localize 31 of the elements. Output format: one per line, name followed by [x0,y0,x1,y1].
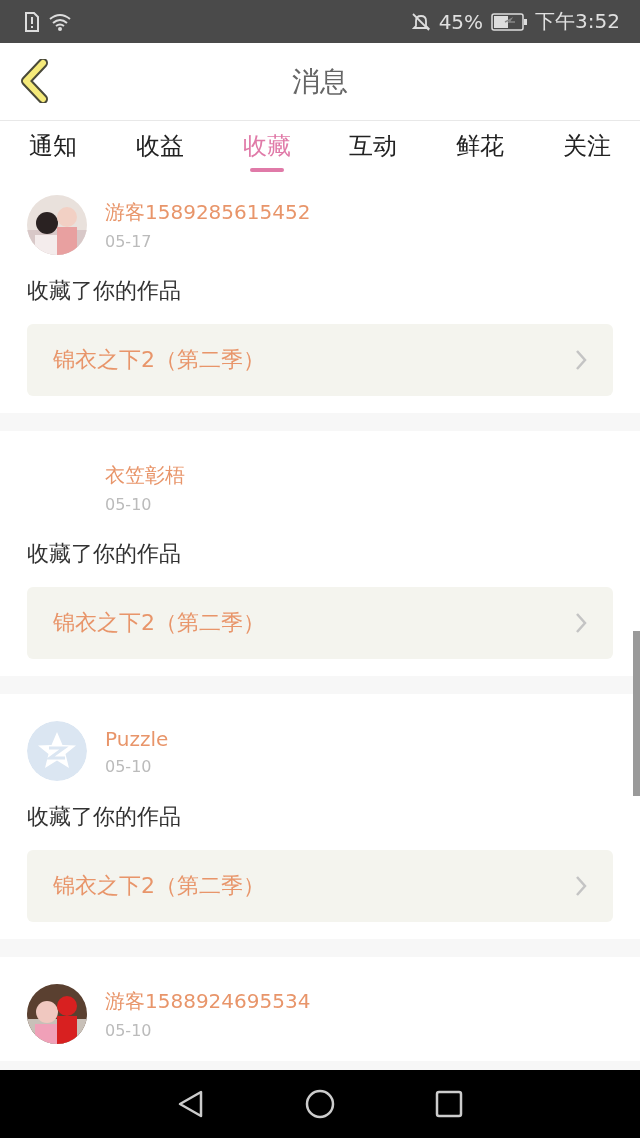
user-name: 游客1588924695534 [105,988,311,1015]
user-name: 游客1589285615452 [105,199,311,226]
avatar-icon [27,721,87,781]
home-nav-button[interactable] [305,1089,335,1119]
sim-alert-icon [24,11,40,32]
message-date: 05-17 [105,232,153,251]
message-date: 05-10 [105,756,153,776]
tab[interactable]: 鲜花 [426,121,534,181]
back-chevron-icon [19,59,49,103]
clock: 下午3:52 [535,8,620,35]
tab[interactable]: 收益 [106,121,214,181]
message-date: 05-10 [105,495,153,514]
tab[interactable]: 互动 [320,121,427,181]
user-name: Puzzle [105,726,169,751]
recents-nav-button[interactable] [435,1090,463,1118]
tab[interactable]: 关注 [533,121,640,181]
chevron-right-icon [575,349,587,371]
user-name: 衣笠彰梧 [105,462,185,489]
message-text: 收藏了你的作品 [27,540,182,568]
back-nav-button[interactable] [177,1089,205,1119]
message-text: 收藏了你的作品 [27,803,182,831]
battery-percent: 45% [438,9,484,34]
message-date: 05-10 [105,1021,153,1040]
page-title: 消息 [292,63,348,100]
chevron-right-icon [575,612,587,634]
tab[interactable]: 通知 [0,121,107,181]
chevron-right-icon [575,875,587,897]
message-text: 收藏了你的作品 [27,277,182,305]
bell-muted-icon [410,11,431,32]
battery-icon [491,12,528,31]
wifi-icon [48,11,72,32]
